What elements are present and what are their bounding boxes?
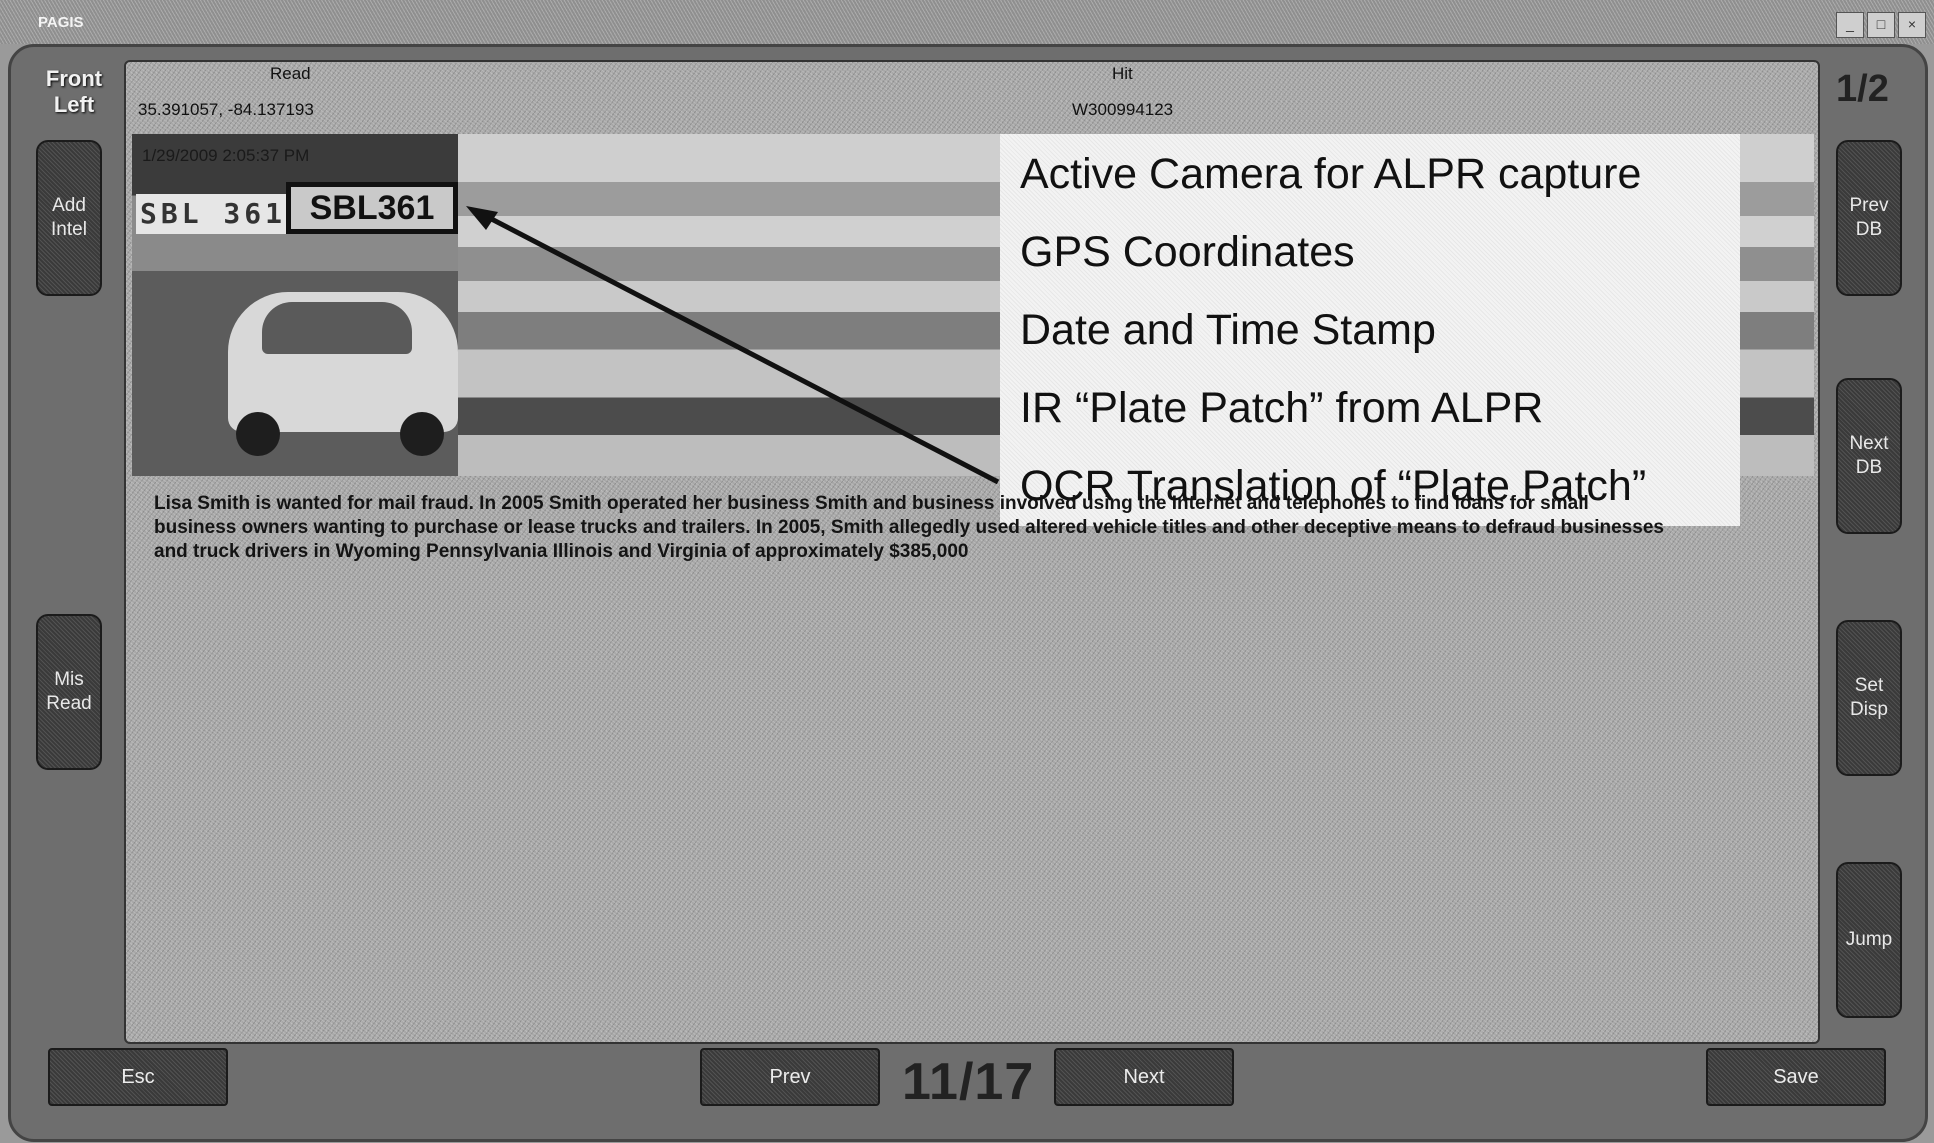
mis-read-button[interactable]: Mis Read: [36, 614, 102, 770]
jump-button[interactable]: Jump: [1836, 862, 1902, 1018]
subject-description: Lisa Smith is wanted for mail fraud. In …: [154, 493, 1664, 562]
annotation-gps: GPS Coordinates: [1020, 228, 1355, 276]
set-disp-button[interactable]: Set Disp: [1836, 620, 1902, 776]
next-button[interactable]: Next: [1054, 1048, 1234, 1106]
annotation-plate-patch: IR “Plate Patch” from ALPR: [1020, 384, 1544, 432]
prev-db-button[interactable]: Prev DB: [1836, 140, 1902, 296]
add-intel-button[interactable]: Add Intel: [36, 140, 102, 296]
esc-button[interactable]: Esc: [48, 1048, 228, 1106]
arrow-head: [466, 206, 498, 230]
save-button[interactable]: Save: [1706, 1048, 1886, 1106]
annotation-callout-box: Active Camera for ALPR capture GPS Coord…: [1000, 134, 1740, 526]
record-counter: 11/17: [902, 1053, 1035, 1111]
next-db-button[interactable]: Next DB: [1836, 378, 1902, 534]
annotation-camera: Active Camera for ALPR capture: [1020, 150, 1642, 198]
annotation-datetime: Date and Time Stamp: [1020, 306, 1436, 354]
prev-button[interactable]: Prev: [700, 1048, 880, 1106]
arrow-line: [476, 209, 1000, 485]
